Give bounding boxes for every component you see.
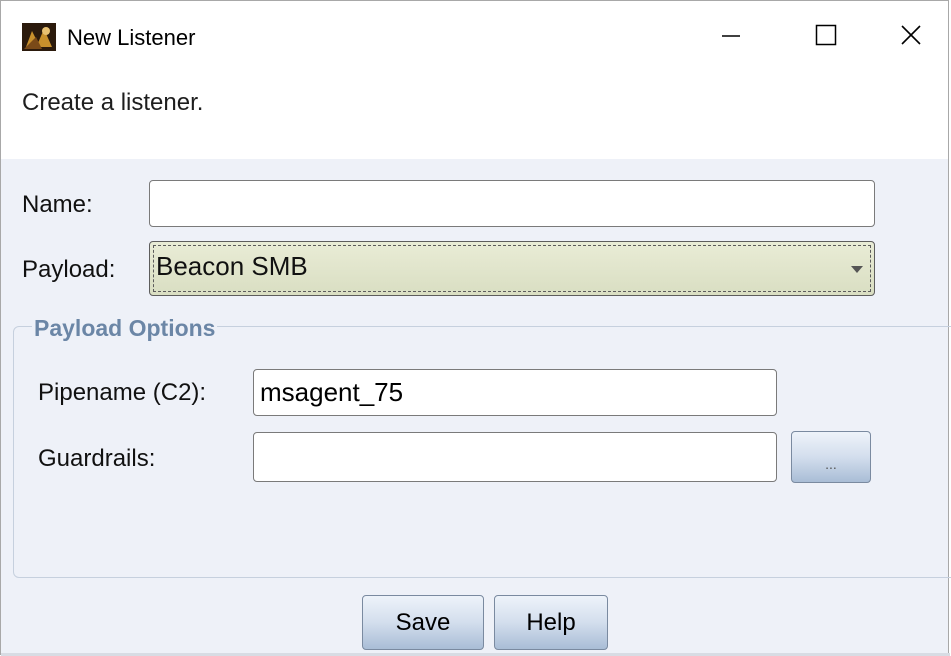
minimize-icon — [721, 25, 741, 50]
new-listener-dialog: New Listener Create a listener. Name: Pa… — [0, 0, 951, 656]
app-icon — [22, 23, 56, 51]
name-label: Name: — [22, 191, 93, 218]
payload-selected-value: Beacon SMB — [156, 251, 308, 281]
guardrails-label: Guardrails: — [38, 445, 156, 472]
close-icon — [900, 24, 922, 51]
payload-select[interactable]: Beacon SMB — [149, 241, 875, 296]
title-bar: New Listener — [1, 1, 948, 71]
maximize-icon — [815, 24, 837, 51]
chevron-down-icon[interactable] — [840, 242, 874, 295]
minimize-button[interactable] — [701, 9, 761, 65]
maximize-button[interactable] — [796, 9, 856, 65]
close-button[interactable] — [881, 9, 941, 65]
payload-label: Payload: — [22, 256, 116, 283]
window-title: New Listener — [67, 25, 196, 50]
save-button[interactable]: Save — [362, 595, 484, 650]
pipename-label: Pipename (C2): — [38, 379, 207, 406]
dialog-description: Create a listener. — [22, 89, 204, 116]
help-button[interactable]: Help — [494, 595, 608, 650]
dialog-header: Create a listener. — [1, 71, 948, 159]
pipename-input[interactable] — [253, 369, 777, 416]
guardrails-input[interactable] — [253, 432, 777, 482]
payload-options-title: Payload Options — [32, 315, 218, 342]
guardrails-browse-button[interactable]: ... — [791, 431, 871, 483]
name-input[interactable] — [149, 180, 875, 227]
